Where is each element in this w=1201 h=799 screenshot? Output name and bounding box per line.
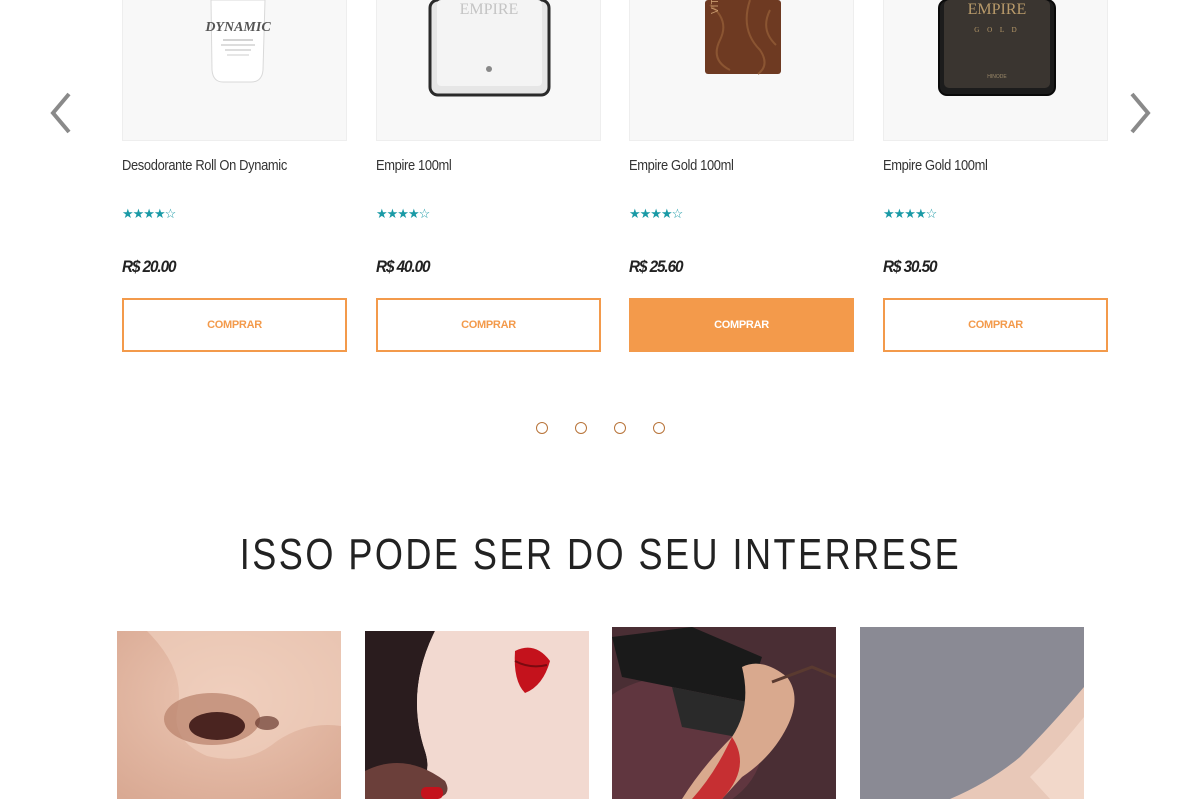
- buy-button[interactable]: COMPRAR: [376, 298, 601, 352]
- product-name[interactable]: Desodorante Roll On Dynamic: [122, 157, 287, 174]
- interest-tile-skin[interactable]: [860, 627, 1084, 799]
- svg-text:EMPIRE: EMPIRE: [460, 1, 519, 18]
- section-title: ISSO PODE SER DO SEU INTERRESE: [239, 530, 962, 579]
- carousel-dot[interactable]: [575, 422, 587, 434]
- svg-text:DYNAMIC: DYNAMIC: [204, 20, 271, 35]
- product-card: VITTIO Empire Gold 100ml ★★★★☆ R$ 25.60 …: [629, 0, 854, 352]
- buy-button[interactable]: COMPRAR: [883, 298, 1108, 352]
- svg-text:G O L D: G O L D: [974, 26, 1019, 34]
- interest-tile-nose[interactable]: [117, 631, 341, 799]
- star-rating: ★★★★☆: [122, 206, 176, 221]
- svg-text:HINODE: HINODE: [987, 74, 1007, 80]
- carousel-next-button[interactable]: [1124, 90, 1154, 136]
- product-card: EMPIRE G O L D HINODE Empire Gold 100ml …: [883, 0, 1108, 352]
- product-image[interactable]: EMPIRE G O L D HINODE: [883, 0, 1108, 141]
- product-name[interactable]: Empire 100ml: [376, 157, 452, 174]
- product-price: R$ 20.00: [122, 257, 177, 276]
- product-image[interactable]: VITTIO: [629, 0, 854, 141]
- carousel-dot[interactable]: [536, 422, 548, 434]
- svg-text:VITTIO: VITTIO: [710, 0, 721, 14]
- carousel-dot[interactable]: [653, 422, 665, 434]
- chevron-right-icon: [1124, 90, 1154, 136]
- star-rating: ★★★★☆: [883, 206, 937, 221]
- product-name[interactable]: Empire Gold 100ml: [883, 157, 988, 174]
- product-card: DYNAMIC Desodorante Roll On Dynamic ★★★★…: [122, 0, 347, 352]
- carousel-dot[interactable]: [614, 422, 626, 434]
- product-name[interactable]: Empire Gold 100ml: [629, 157, 734, 174]
- interest-tile-drink[interactable]: [612, 627, 836, 799]
- svg-text:EMPIRE: EMPIRE: [968, 1, 1027, 18]
- carousel-prev-button[interactable]: [47, 90, 77, 136]
- chevron-left-icon: [47, 90, 77, 136]
- product-card: EMPIRE Empire 100ml ★★★★☆ R$ 40.00 COMPR…: [376, 0, 601, 352]
- product-image[interactable]: EMPIRE: [376, 0, 601, 141]
- buy-button[interactable]: COMPRAR: [629, 298, 854, 352]
- product-price: R$ 40.00: [376, 257, 431, 276]
- buy-button[interactable]: COMPRAR: [122, 298, 347, 352]
- interest-tile-lips[interactable]: [365, 631, 589, 799]
- product-image[interactable]: DYNAMIC: [122, 0, 347, 141]
- star-rating: ★★★★☆: [376, 206, 430, 221]
- product-price: R$ 25.60: [629, 257, 684, 276]
- carousel-pagination: [536, 422, 665, 434]
- product-price: R$ 30.50: [883, 257, 938, 276]
- star-rating: ★★★★☆: [629, 206, 683, 221]
